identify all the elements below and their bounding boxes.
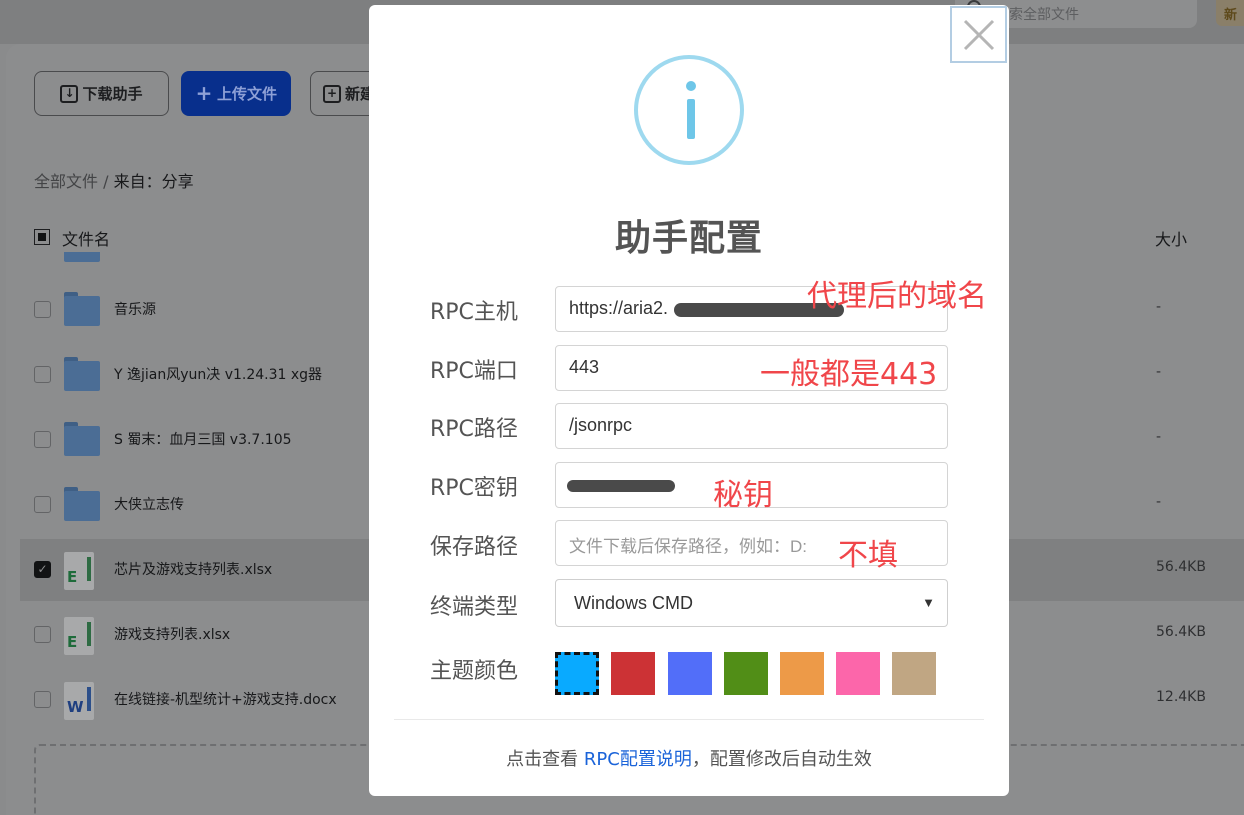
select-all-checkbox[interactable] xyxy=(34,229,50,245)
folder-icon xyxy=(64,252,100,262)
chevron-down-icon: ▼ xyxy=(922,595,935,610)
folder-icon xyxy=(64,487,100,521)
file-name[interactable]: 芯片及游戏支持列表.xlsx xyxy=(114,559,272,579)
rpc-host-value: https://aria2. xyxy=(569,298,669,318)
rpc-path-input[interactable]: /jsonrpc xyxy=(555,403,948,449)
row-checkbox[interactable] xyxy=(34,366,51,383)
theme-color-swatch[interactable] xyxy=(555,652,599,695)
theme-color-swatch[interactable] xyxy=(780,652,824,695)
row-checkbox[interactable] xyxy=(34,301,51,318)
theme-color-swatch[interactable] xyxy=(724,652,768,695)
file-size: 56.4KB xyxy=(1156,559,1206,575)
save-path-label: 保存路径 xyxy=(430,535,519,560)
plus-icon: + xyxy=(195,80,213,105)
annotation-port: 一般都是443 xyxy=(760,357,938,392)
file-name[interactable]: S 蜀末：血月三国 v3.7.105 xyxy=(114,429,292,449)
save-path-placeholder: 文件下载后保存路径，例如：D: xyxy=(569,537,807,556)
dialog-footer: 点击查看 RPC配置说明，配置修改后自动生效 xyxy=(369,745,1009,771)
annotation-save-path: 不填 xyxy=(838,538,898,573)
footer-suffix: ，配置修改后自动生效 xyxy=(691,749,872,770)
add-folder-icon: + xyxy=(323,84,341,103)
file-size: - xyxy=(1156,364,1162,380)
row-checkbox[interactable] xyxy=(34,431,51,448)
file-name[interactable]: 在线链接-机型统计+游戏支持.docx xyxy=(114,689,337,709)
download-icon: ↓ xyxy=(60,84,79,103)
folder-icon xyxy=(64,422,100,456)
theme-color-swatch[interactable] xyxy=(892,652,936,695)
theme-color-swatch[interactable] xyxy=(611,652,655,695)
file-size: - xyxy=(1156,299,1162,315)
terminal-type-value: Windows CMD xyxy=(574,593,694,613)
breadcrumb-root[interactable]: 全部文件 xyxy=(34,172,98,191)
upload-button[interactable]: + 上传文件 xyxy=(181,71,291,116)
theme-color-swatch[interactable] xyxy=(836,652,880,695)
file-name[interactable]: 游戏支持列表.xlsx xyxy=(114,624,230,644)
folder-icon xyxy=(64,357,100,391)
terminal-type-label: 终端类型 xyxy=(430,595,519,620)
column-header-name[interactable]: 文件名 xyxy=(62,226,110,250)
file-name[interactable]: 音乐源 xyxy=(114,299,156,319)
redaction-scribble xyxy=(567,480,675,492)
file-size: - xyxy=(1156,494,1162,510)
annotation-secret: 秘钥 xyxy=(713,478,773,513)
terminal-type-select[interactable]: Windows CMD ▼ xyxy=(555,579,948,627)
file-size: 12.4KB xyxy=(1156,689,1206,705)
rpc-config-help-link[interactable]: RPC配置说明 xyxy=(584,749,692,770)
close-icon xyxy=(963,19,994,50)
dialog-title: 助手配置 xyxy=(614,218,763,259)
footer-prefix: 点击查看 xyxy=(506,749,584,770)
rpc-port-label: RPC端口 xyxy=(430,359,518,384)
top-new-button[interactable]: 新 xyxy=(1216,0,1244,26)
rpc-host-label: RPC主机 xyxy=(430,300,518,325)
divider xyxy=(394,719,984,720)
breadcrumb-separator: / xyxy=(103,172,109,191)
row-checkbox[interactable] xyxy=(34,626,51,643)
row-checkbox[interactable] xyxy=(34,496,51,513)
rpc-path-label: RPC路径 xyxy=(430,417,518,442)
annotation-host: 代理后的域名 xyxy=(807,279,987,314)
breadcrumb: 全部文件 / 来自：分享 xyxy=(34,168,194,192)
rpc-port-value: 443 xyxy=(569,357,600,377)
download-helper-button[interactable]: ↓ 下载助手 xyxy=(34,71,169,116)
info-icon xyxy=(634,55,744,165)
breadcrumb-current: 来自：分享 xyxy=(113,172,194,191)
row-checkbox[interactable] xyxy=(34,691,51,708)
file-name[interactable]: 大侠立志传 xyxy=(114,494,184,514)
theme-color-label: 主题颜色 xyxy=(430,659,519,684)
close-button[interactable] xyxy=(950,6,1007,63)
rpc-secret-label: RPC密钥 xyxy=(430,476,518,501)
helper-config-dialog: 助手配置 RPC主机 https://aria2. 代理后的域名 RPC端口 4… xyxy=(369,5,1009,796)
file-size: 56.4KB xyxy=(1156,624,1206,640)
row-checkbox[interactable]: ✓ xyxy=(34,561,51,578)
file-name[interactable]: Y 逸jian风yun决 v1.24.31 xg器 xyxy=(114,364,322,384)
theme-color-swatch[interactable] xyxy=(668,652,712,695)
folder-icon xyxy=(64,292,100,326)
file-size: - xyxy=(1156,429,1162,445)
rpc-path-value: /jsonrpc xyxy=(569,415,633,435)
column-header-size[interactable]: 大小 xyxy=(1155,226,1187,250)
